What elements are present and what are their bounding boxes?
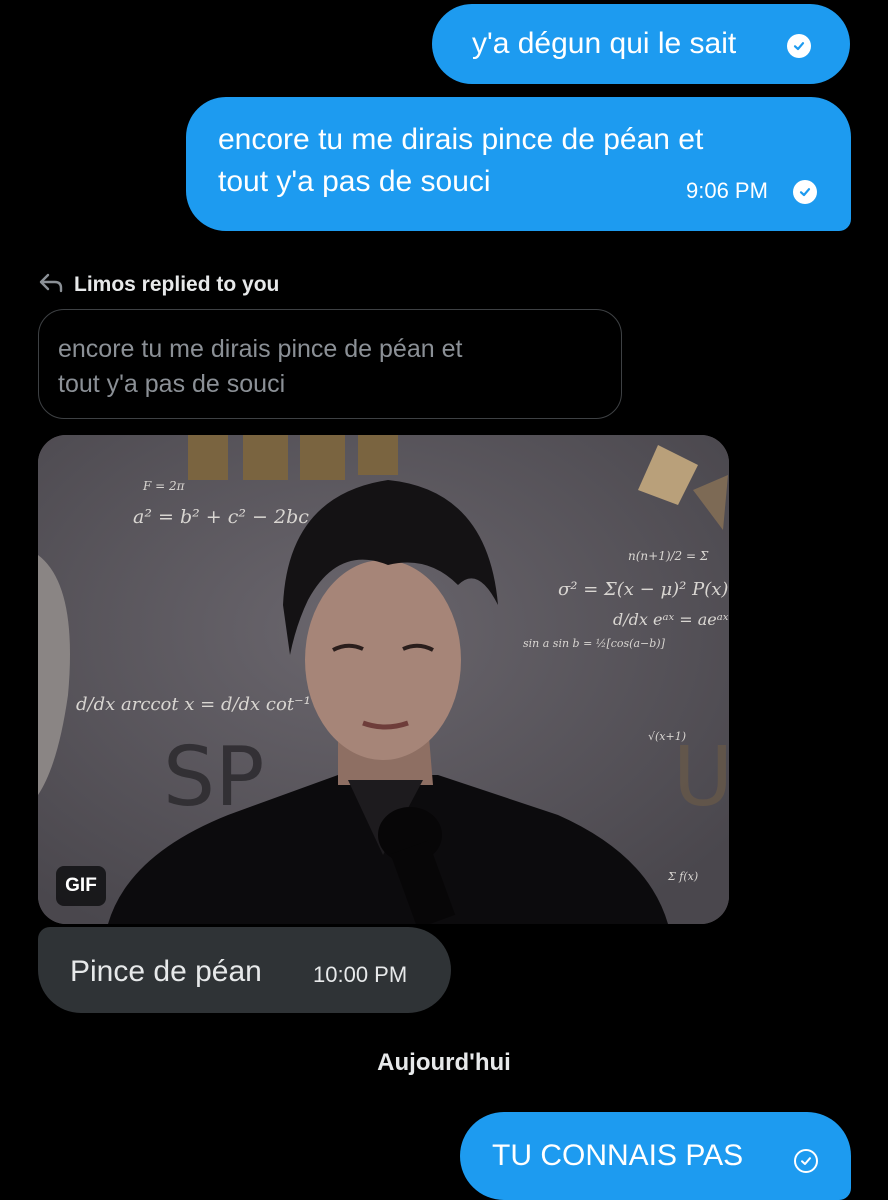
- message-timestamp: 9:06 PM: [686, 178, 768, 203]
- reply-arrow-icon: [38, 271, 64, 299]
- outgoing-message-bubble[interactable]: TU CONNAIS PAS: [460, 1112, 851, 1200]
- message-text-line: encore tu me dirais pince de péan et: [218, 123, 704, 156]
- svg-text:√(x+1): √(x+1): [648, 730, 686, 743]
- svg-text:n(n+1)/2 = Σ: n(n+1)/2 = Σ: [628, 549, 709, 563]
- message-text: Pince de péan: [70, 955, 262, 988]
- check-circle-outline-icon: [794, 1149, 818, 1173]
- check-circle-filled-icon: [793, 180, 817, 204]
- message-text: y'a dégun qui le sait: [472, 27, 737, 60]
- svg-text:σ² = Σ(x − μ)² P(x): σ² = Σ(x − μ)² P(x): [558, 579, 728, 600]
- reply-header-label: Limos replied to you: [74, 273, 280, 296]
- svg-text:d/dx eᵃˣ = aeᵃˣ: d/dx eᵃˣ = aeᵃˣ: [613, 610, 729, 629]
- gif-frame-illustration: SP U F = 2π a² = b² + c² − 2bc cos A n(n…: [38, 435, 729, 924]
- svg-text:Σ f(x): Σ f(x): [667, 870, 698, 883]
- svg-text:sin a sin b = ½[cos(a−b)]: sin a sin b = ½[cos(a−b)]: [523, 637, 666, 650]
- quoted-text-line: tout y'a pas de souci: [58, 370, 286, 398]
- quoted-message[interactable]: encore tu me dirais pince de péan et tou…: [38, 309, 622, 419]
- gif-media[interactable]: SP U F = 2π a² = b² + c² − 2bc cos A n(n…: [38, 435, 729, 924]
- svg-text:U: U: [673, 730, 729, 825]
- message-timestamp: 10:00 PM: [313, 962, 408, 987]
- day-divider: Aujourd'hui: [377, 1049, 511, 1076]
- gif-badge: GIF: [56, 866, 106, 906]
- reply-context-header: Limos replied to you: [38, 271, 279, 299]
- outgoing-message-bubble[interactable]: y'a dégun qui le sait: [432, 4, 850, 84]
- svg-text:F = 2π: F = 2π: [142, 479, 186, 493]
- outgoing-message-bubble[interactable]: encore tu me dirais pince de péan et tou…: [186, 97, 851, 231]
- check-circle-filled-icon: [787, 34, 811, 58]
- incoming-message-bubble[interactable]: Pince de péan 10:00 PM: [38, 927, 451, 1013]
- quoted-text-line: encore tu me dirais pince de péan et: [58, 335, 463, 363]
- message-text: TU CONNAIS PAS: [492, 1139, 744, 1172]
